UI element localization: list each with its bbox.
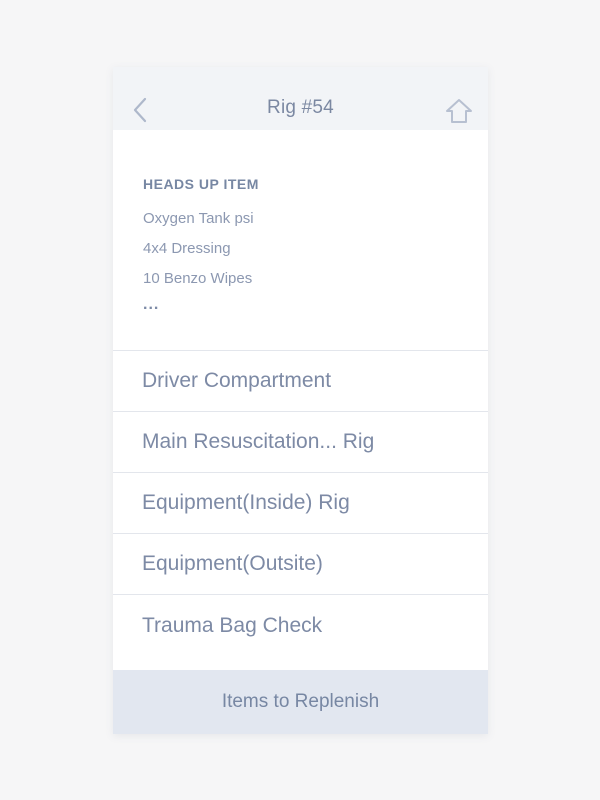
app-screen: Rig #54 HEADS UP ITEM Oxygen Tank psi 4x… (113, 67, 488, 734)
heads-up-list: Oxygen Tank psi 4x4 Dressing 10 Benzo Wi… (143, 210, 254, 300)
checklist-menu: Driver Compartment Main Resuscitation...… (113, 351, 488, 656)
menu-item-equipment-inside[interactable]: Equipment(Inside) Rig (113, 473, 488, 534)
menu-item-driver-compartment[interactable]: Driver Compartment (113, 351, 488, 412)
items-to-replenish-button[interactable]: Items to Replenish (113, 670, 488, 734)
home-button[interactable] (444, 96, 474, 126)
page-title: Rig #54 (267, 97, 334, 118)
heads-up-title: HEADS UP ITEM (143, 176, 259, 192)
more-indicator[interactable]: ... (143, 296, 159, 314)
home-icon (446, 99, 472, 123)
menu-item-trauma-bag-check[interactable]: Trauma Bag Check (113, 595, 488, 656)
menu-item-equipment-outside[interactable]: Equipment(Outsite) (113, 534, 488, 595)
heads-up-item: 10 Benzo Wipes (143, 270, 253, 287)
header-bar: Rig #54 (113, 67, 488, 130)
heads-up-item: 4x4 Dressing (143, 240, 231, 257)
heads-up-section: HEADS UP ITEM Oxygen Tank psi 4x4 Dressi… (113, 130, 488, 351)
heads-up-item: Oxygen Tank psi (143, 210, 254, 227)
menu-item-main-resuscitation[interactable]: Main Resuscitation... Rig (113, 412, 488, 473)
